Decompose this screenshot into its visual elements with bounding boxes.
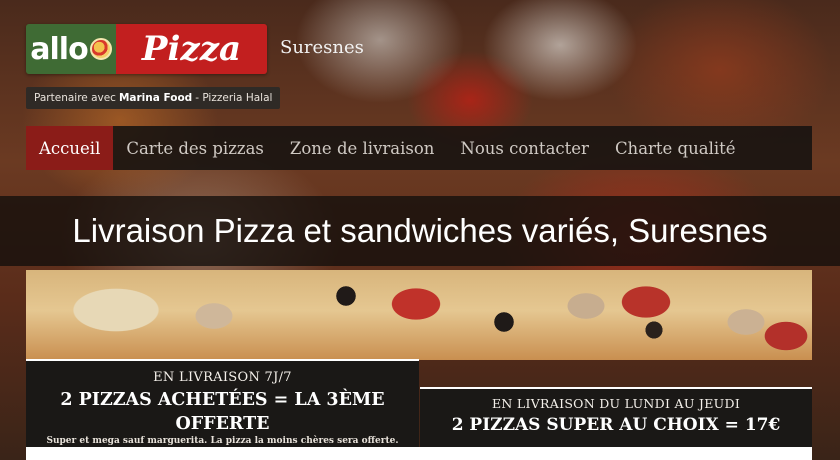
pizza-banner-image <box>26 270 812 360</box>
promo-left-offer-line1: 2 PIZZAS ACHETÉES = LA 3ÈME <box>60 390 385 410</box>
logo-allo-part: allo <box>26 24 116 74</box>
nav-item-accueil[interactable]: Accueil <box>26 126 114 170</box>
nav-item-charte-qualite[interactable]: Charte qualité <box>602 126 749 170</box>
promo-left-offer-line2: OFFERTE <box>175 414 270 434</box>
partner-banner: Partenaire avec Marina Food - Pizzeria H… <box>26 87 281 109</box>
page-title-band: Livraison Pizza et sandwiches variés, Su… <box>0 196 840 266</box>
promo-left-heading: EN LIVRAISON 7J/7 <box>153 370 292 385</box>
nav-item-nous-contacter[interactable]: Nous contacter <box>447 126 602 170</box>
logo-pizza-text: Pizza <box>116 24 267 74</box>
nav-item-carte-des-pizzas[interactable]: Carte des pizzas <box>113 126 277 170</box>
content-area-edge <box>26 447 812 460</box>
nav-item-zone-de-livraison[interactable]: Zone de livraison <box>277 126 448 170</box>
partner-suffix: - Pizzeria Halal <box>195 92 273 104</box>
page-title: Livraison Pizza et sandwiches variés, Su… <box>72 212 768 249</box>
partner-prefix: Partenaire avec <box>34 92 116 104</box>
pizza-icon <box>89 38 112 60</box>
promo-right-heading: EN LIVRAISON DU LUNDI AU JEUDI <box>491 396 741 411</box>
city-name: Suresnes <box>280 37 364 58</box>
site-logo[interactable]: allo Pizza <box>26 24 267 74</box>
logo-allo-text: allo <box>30 31 88 67</box>
promo-box-7-days[interactable]: EN LIVRAISON 7J/7 2 PIZZAS ACHETÉES = LA… <box>26 359 419 447</box>
partner-name: Marina Food <box>118 92 193 104</box>
promo-left-fine-print: Super et mega sauf marguerita. La pizza … <box>46 436 399 446</box>
promo-right-offer: 2 PIZZAS SUPER AU CHOIX = 17€ <box>451 415 781 435</box>
promo-box-weekdays[interactable]: EN LIVRAISON DU LUNDI AU JEUDI 2 PIZZAS … <box>420 387 812 447</box>
main-nav: Accueil Carte des pizzas Zone de livrais… <box>26 126 812 170</box>
